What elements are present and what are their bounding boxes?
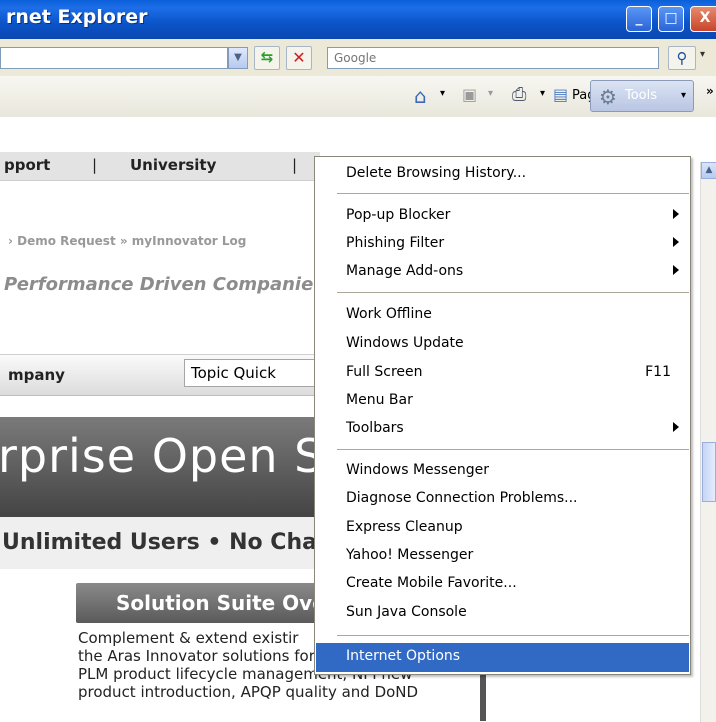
hero-banner: rprise Open S <box>0 417 323 517</box>
menu-item-label: Phishing Filter <box>346 235 445 251</box>
stop-x-icon: ✕ <box>292 48 306 67</box>
menu-item-phishing-filter[interactable]: Phishing Filter <box>316 230 689 259</box>
menu-item-toolbars[interactable]: Toolbars <box>316 415 689 444</box>
solution-suite-header[interactable]: Solution Suite Over <box>76 583 336 623</box>
close-button[interactable]: X <box>690 6 716 32</box>
address-input[interactable] <box>0 47 228 69</box>
tools-label: Tools <box>625 88 658 103</box>
minimize-button[interactable]: _ <box>626 6 652 32</box>
submenu-arrow-icon <box>673 209 679 219</box>
menu-item-label: Windows Update <box>346 335 464 351</box>
menu-item-label: Delete Browsing History... <box>346 165 527 181</box>
search-button[interactable]: ⚲ <box>668 46 696 70</box>
menu-item-label: Yahoo! Messenger <box>346 547 474 563</box>
menu-item-diagnose-connection[interactable]: Diagnose Connection Problems... <box>316 485 689 514</box>
menu-item-sun-java-console[interactable]: Sun Java Console <box>316 599 689 628</box>
menu-item-label: Create Mobile Favorite... <box>346 575 517 591</box>
menu-item-label: Full Screen <box>346 364 423 380</box>
menu-item-delete-browsing-history[interactable]: Delete Browsing History... <box>316 160 689 189</box>
menu-separator <box>337 193 689 194</box>
feeds-dropdown-arrow-icon[interactable]: ▾ <box>488 88 493 99</box>
menu-separator <box>337 635 689 636</box>
printer-icon[interactable]: ⎙ <box>512 84 526 105</box>
refresh-arrows-icon: ⇆ <box>260 48 274 66</box>
page-icon[interactable]: ▤ <box>553 85 568 104</box>
menu-item-shortcut: F11 <box>645 364 671 380</box>
menu-item-windows-messenger[interactable]: Windows Messenger <box>316 457 689 486</box>
menu-item-work-offline[interactable]: Work Offline <box>316 301 689 330</box>
minimize-icon: _ <box>635 10 643 26</box>
search-input[interactable] <box>327 47 659 69</box>
menu-item-label: Toolbars <box>346 420 404 436</box>
close-icon: X <box>699 10 711 26</box>
tools-dropdown-menu: Delete Browsing History... Pop-up Blocke… <box>314 156 691 675</box>
menu-item-label: Sun Java Console <box>346 604 467 620</box>
chevron-down-icon: ▼ <box>234 52 242 63</box>
menu-item-create-mobile-favorite[interactable]: Create Mobile Favorite... <box>316 570 689 599</box>
window-title-bar[interactable]: rnet Explorer _ □ X <box>0 0 716 39</box>
stop-button[interactable]: ✕ <box>286 46 312 70</box>
vertical-scrollbar[interactable]: ▲ <box>700 162 716 722</box>
nav-item-university[interactable]: University <box>130 156 216 174</box>
menu-item-label: Diagnose Connection Problems... <box>346 490 578 506</box>
menu-item-label: Manage Add-ons <box>346 263 464 279</box>
window-title: rnet Explorer <box>6 6 148 28</box>
gear-icon: ⚙ <box>599 85 617 109</box>
menu-item-label: Windows Messenger <box>346 462 489 478</box>
feeds-icon[interactable]: ▣ <box>462 85 477 104</box>
toolbar-overflow-chevron-icon[interactable]: » <box>706 84 714 98</box>
print-dropdown-arrow-icon[interactable]: ▾ <box>540 88 545 99</box>
chevron-up-icon: ▲ <box>705 165 713 175</box>
body-line: product introduction, APQP quality and D… <box>78 683 419 701</box>
submenu-arrow-icon <box>673 265 679 275</box>
menu-item-label: Express Cleanup <box>346 519 463 535</box>
site-nav-bar: pport | University | <box>0 152 320 181</box>
scroll-thumb[interactable] <box>702 442 716 502</box>
subheading-strip: Unlimited Users • No Cha <box>0 517 320 569</box>
nav-item-support[interactable]: pport <box>4 156 50 174</box>
menu-separator <box>337 449 689 450</box>
maximize-icon: □ <box>664 10 678 26</box>
menu-item-manage-addons[interactable]: Manage Add-ons <box>316 258 689 287</box>
submenu-arrow-icon <box>673 237 679 247</box>
topic-search-bar: mpany Topic Quick <box>0 354 324 396</box>
home-icon[interactable]: ⌂ <box>414 84 427 108</box>
nav-separator: | <box>292 156 298 174</box>
menu-item-express-cleanup[interactable]: Express Cleanup <box>316 514 689 543</box>
menu-item-label: Internet Options <box>346 648 461 664</box>
menu-item-label: Menu Bar <box>346 392 413 408</box>
maximize-button[interactable]: □ <box>658 6 684 32</box>
refresh-button[interactable]: ⇆ <box>254 46 280 70</box>
magnifier-icon: ⚲ <box>676 49 688 67</box>
scroll-up-button[interactable]: ▲ <box>701 162 716 179</box>
page-tagline: Performance Driven Companie <box>4 274 314 295</box>
menu-item-internet-options[interactable]: Internet Options <box>316 643 689 672</box>
solution-suite-title: Solution Suite Over <box>116 591 336 615</box>
menu-separator <box>337 292 689 293</box>
tools-menu-button[interactable]: ⚙ Tools ▾ <box>590 80 694 112</box>
home-dropdown-arrow-icon[interactable]: ▾ <box>440 88 445 99</box>
menu-item-popup-blocker[interactable]: Pop-up Blocker <box>316 202 689 231</box>
subheading-text: Unlimited Users • No Cha <box>2 530 317 555</box>
search-options-arrow-icon[interactable]: ▾ <box>700 49 705 60</box>
command-bar: ⌂ ▾ ▣ ▾ ⎙ ▾ ▤ Page ▾ ⚙ Tools ▾ » <box>0 76 716 118</box>
submenu-arrow-icon <box>673 422 679 432</box>
breadcrumb-links[interactable]: › Demo Request » myInnovator Log <box>8 234 246 248</box>
address-toolbar: ▼ ⇆ ✕ ⚲ ▾ <box>0 39 716 77</box>
hero-text: rprise Open S <box>0 429 325 483</box>
company-link[interactable]: mpany <box>8 366 65 384</box>
menu-item-yahoo-messenger[interactable]: Yahoo! Messenger <box>316 542 689 571</box>
menu-item-label: Pop-up Blocker <box>346 207 451 223</box>
menu-item-windows-update[interactable]: Windows Update <box>316 330 689 359</box>
nav-separator: | <box>92 156 98 174</box>
menu-item-menu-bar[interactable]: Menu Bar <box>316 387 689 416</box>
tools-dropdown-arrow-icon: ▾ <box>681 90 687 101</box>
menu-item-full-screen[interactable]: Full Screen F11 <box>316 359 689 388</box>
topic-quick-select[interactable]: Topic Quick <box>184 359 324 387</box>
menu-item-label: Work Offline <box>346 306 432 322</box>
address-dropdown-button[interactable]: ▼ <box>228 47 248 69</box>
